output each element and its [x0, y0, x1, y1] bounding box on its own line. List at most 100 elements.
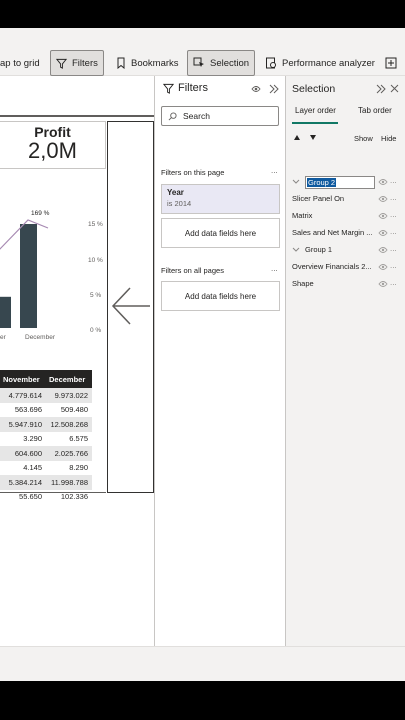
- layer-item[interactable]: Slicer Panel On: [292, 194, 344, 203]
- performance-analyzer-button[interactable]: Performance analyzer: [265, 50, 375, 76]
- table-row: 5.947.910 12.508.268: [0, 417, 92, 432]
- table-cell: 12.508.268: [50, 419, 88, 429]
- y2-tick-15: 15 %: [88, 221, 103, 228]
- table-row: 4.779.614 9.973.022: [0, 388, 92, 403]
- layer-more-options[interactable]: ...: [390, 210, 397, 219]
- filter-icon: [56, 58, 67, 69]
- collapse-filters-icon[interactable]: [269, 84, 279, 94]
- add-data-fields-page[interactable]: Add data fields here: [161, 218, 280, 248]
- canvas-bottom-divider: [0, 492, 106, 493]
- table-cell: 2.025.766: [54, 448, 88, 458]
- layer-visibility-eye-icon[interactable]: [378, 263, 388, 271]
- matrix-header-december: December: [49, 374, 86, 384]
- search-icon: [168, 111, 177, 120]
- layer-more-options[interactable]: ...: [390, 193, 397, 202]
- selection-pane: Selection Layer order Tab order Show Hid…: [286, 76, 405, 646]
- filters-pane: Filters Search Filters on this page ... …: [154, 76, 286, 646]
- x-label-1: December: [25, 334, 55, 341]
- table-cell: 563.696: [14, 405, 42, 415]
- layer-more-options[interactable]: ...: [390, 176, 397, 185]
- y2-tick-5: 5 %: [90, 292, 102, 299]
- layer-visibility-eye-icon[interactable]: [378, 212, 388, 220]
- layer-item[interactable]: Overview Financials 2...: [292, 262, 372, 271]
- snap-to-grid-toggle[interactable]: ap to grid: [0, 50, 40, 76]
- table-cell: 102.336: [60, 492, 88, 502]
- filter-icon: [163, 83, 174, 94]
- x-label-0: er: [0, 334, 6, 341]
- filters-all-pages-header: Filters on all pages: [161, 266, 224, 275]
- layer-more-options[interactable]: ...: [390, 244, 397, 253]
- report-canvas: Profit 2,0M 15 % 10 % 5 % 0 % 169 % er D…: [0, 76, 154, 646]
- layer-visibility-eye-icon[interactable]: [378, 246, 388, 254]
- layer-item[interactable]: Group 1: [305, 245, 332, 254]
- layer-item[interactable]: Shape: [292, 279, 314, 288]
- bookmarks-toggle-button[interactable]: Bookmarks: [116, 50, 179, 76]
- add-data-fields-all[interactable]: Add data fields here: [161, 281, 280, 311]
- table-cell: 4.779.614: [8, 390, 42, 400]
- layer-more-options[interactable]: ...: [390, 227, 397, 236]
- line-data-label: 169 %: [31, 210, 50, 217]
- year-filter-card[interactable]: Year is 2014: [161, 184, 280, 214]
- layer-rename-input[interactable]: Group 2: [305, 176, 375, 189]
- table-cell: 4.145: [23, 463, 42, 473]
- status-bar: [0, 646, 405, 681]
- layer-visibility-eye-icon[interactable]: [378, 229, 388, 237]
- this-page-more-options[interactable]: ...: [271, 166, 278, 175]
- search-placeholder: Search: [183, 111, 210, 121]
- view-ribbon: ap to grid Filters Bookmarks Selection P…: [0, 28, 405, 76]
- performance-icon: [266, 57, 276, 69]
- chevron-down-icon[interactable]: [292, 179, 300, 185]
- bar-0[interactable]: [0, 296, 11, 328]
- filters-title-text: Filters: [178, 82, 208, 94]
- selection-pane-title: Selection: [292, 83, 336, 95]
- layer-item[interactable]: Matrix: [292, 211, 312, 220]
- filters-toggle-button[interactable]: Filters: [50, 50, 104, 76]
- matrix-visual[interactable]: November December 4.779.614 9.973.022 563.…: [0, 370, 92, 504]
- filters-search-input[interactable]: Search: [161, 106, 279, 126]
- layer-item[interactable]: Sales and Net Margin ...: [292, 228, 372, 237]
- layer-visibility-eye-icon[interactable]: [378, 178, 388, 186]
- matrix-header-november: November: [3, 374, 40, 384]
- table-cell: 6.575: [69, 434, 88, 444]
- selection-toggle-button[interactable]: Selection: [187, 50, 256, 76]
- sync-slicers-icon: [385, 57, 397, 69]
- matrix-header-row: November December: [0, 370, 92, 388]
- selection-icon: [193, 57, 204, 67]
- table-cell: 11.998.788: [51, 477, 88, 487]
- powerbi-window: ap to grid Filters Bookmarks Selection P…: [0, 28, 405, 681]
- selected-group-outline[interactable]: [107, 121, 154, 493]
- bar-1[interactable]: [20, 224, 37, 328]
- filters-pane-title: Filters: [163, 82, 208, 94]
- eye-icon[interactable]: [251, 85, 261, 93]
- all-pages-more-options[interactable]: ...: [271, 264, 278, 273]
- sales-margin-chart[interactable]: 15 % 10 % 5 % 0 % 169 % er December: [0, 196, 110, 346]
- table-cell: 5.384.214: [8, 477, 42, 487]
- chart-svg: [0, 219, 49, 328]
- profit-card[interactable]: Profit 2,0M: [0, 121, 106, 169]
- layer-visibility-eye-icon[interactable]: [378, 195, 388, 203]
- snap-to-grid-label: ap to grid: [0, 57, 40, 69]
- table-cell: 509.480: [60, 405, 88, 415]
- y2-tick-10: 10 %: [88, 257, 103, 264]
- table-row: 3.290 6.575: [0, 432, 92, 447]
- layer-more-options[interactable]: ...: [390, 278, 397, 287]
- header-divider: [0, 115, 154, 117]
- move-up-icon[interactable]: [293, 134, 301, 141]
- layer-name-selected: Group 2: [307, 178, 337, 187]
- layer-more-options[interactable]: ...: [390, 261, 397, 270]
- sync-slicers-button[interactable]: [384, 50, 403, 76]
- layer-visibility-eye-icon[interactable]: [378, 280, 388, 288]
- table-cell: 9.973.022: [54, 390, 88, 400]
- table-row: 5.384.214 11.998.788: [0, 475, 92, 490]
- tab-tab-order[interactable]: Tab order: [358, 106, 392, 115]
- tab-layer-order[interactable]: Layer order: [295, 106, 336, 115]
- chevron-down-icon[interactable]: [292, 247, 300, 253]
- table-cell: 604.600: [14, 448, 42, 458]
- move-down-icon[interactable]: [309, 134, 317, 141]
- hide-all-button[interactable]: Hide: [381, 134, 396, 143]
- table-cell: 8.290: [69, 463, 88, 473]
- show-all-button[interactable]: Show: [354, 134, 373, 143]
- table-row: 604.600 2.025.766: [0, 446, 92, 461]
- collapse-selection-icon[interactable]: [376, 84, 386, 94]
- close-icon[interactable]: [390, 84, 399, 93]
